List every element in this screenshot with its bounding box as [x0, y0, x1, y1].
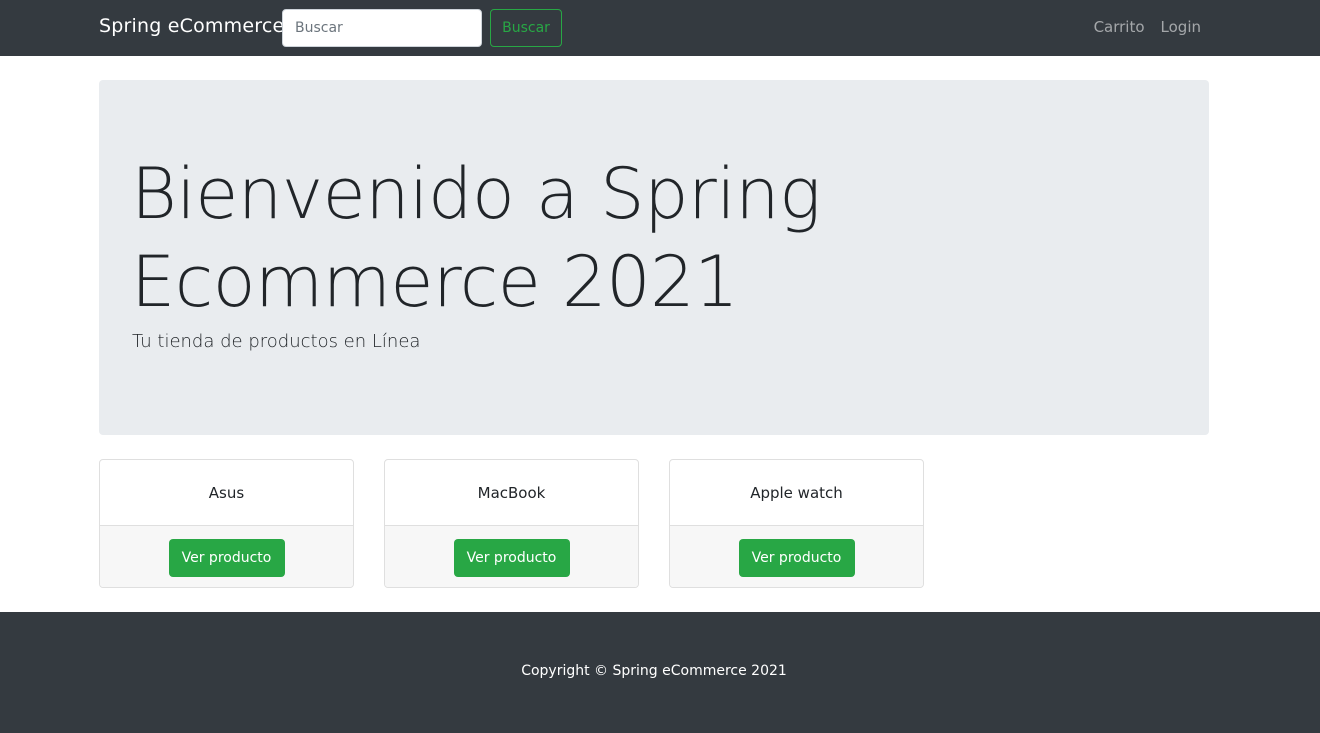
- nav-link-carrito[interactable]: Carrito: [1094, 18, 1145, 36]
- product-name: Apple watch: [750, 483, 843, 502]
- product-card-footer: Ver producto: [385, 525, 638, 587]
- hero-jumbotron: Bienvenido a Spring Ecommerce 2021 Tu ti…: [99, 80, 1209, 435]
- product-card-footer: Ver producto: [670, 525, 923, 587]
- view-product-button[interactable]: Ver producto: [738, 538, 855, 577]
- product-card: Asus Ver producto: [99, 459, 354, 588]
- product-name: MacBook: [477, 483, 546, 502]
- hero-title: Bienvenido a Spring Ecommerce 2021: [131, 153, 821, 323]
- view-product-button[interactable]: Ver producto: [168, 538, 285, 577]
- product-name: Asus: [208, 483, 245, 502]
- nav-link-login[interactable]: Login: [1161, 18, 1201, 36]
- copyright-text: Copyright © Spring eCommerce 2021: [521, 663, 787, 679]
- hero-subtitle: Tu tienda de productos en Línea: [132, 331, 421, 352]
- view-product-button[interactable]: Ver producto: [453, 538, 570, 577]
- footer: Copyright © Spring eCommerce 2021: [0, 612, 1320, 733]
- search-input[interactable]: [282, 9, 482, 47]
- navbar: Spring eCommerce Buscar Carrito Login: [0, 0, 1320, 56]
- product-card: MacBook Ver producto: [384, 459, 639, 588]
- search-button[interactable]: Buscar: [490, 9, 562, 47]
- nav-links: Carrito Login: [1094, 18, 1201, 36]
- product-card-footer: Ver producto: [100, 525, 353, 587]
- brand-link[interactable]: Spring eCommerce: [99, 15, 284, 37]
- product-card: Apple watch Ver producto: [669, 459, 924, 588]
